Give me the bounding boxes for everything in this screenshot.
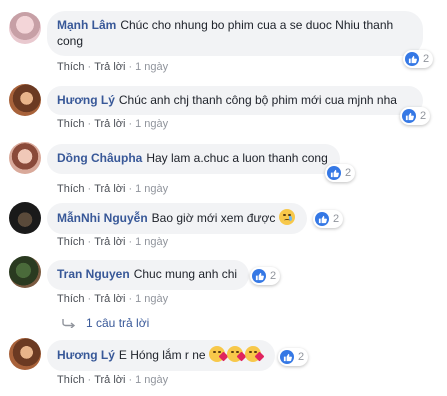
like-link[interactable]: Thích (57, 118, 85, 130)
comment-author[interactable]: Hương Lý (57, 348, 115, 362)
comment-author[interactable]: Mạnh Lâm (57, 18, 116, 32)
reaction-count[interactable]: 2 (400, 107, 431, 125)
like-link[interactable]: Thích (57, 374, 85, 386)
comment-time[interactable]: 1 ngày (135, 183, 168, 195)
comment-actions: Thích · Trả lời · 1 ngày (57, 61, 169, 73)
comment-time[interactable]: 1 ngày (135, 118, 168, 130)
comment-author[interactable]: Hương Lý (57, 93, 115, 107)
comment-text: Bao giờ mới xem được (151, 211, 276, 225)
comment-actions: Thích · Trả lời · 1 ngày (57, 236, 169, 248)
avatar[interactable] (9, 256, 41, 288)
comment-bubble: Hương Lý Chúc anh chj thanh công bộ phim … (47, 86, 423, 115)
comment-actions: Thích · Trả lời · 1 ngày (57, 183, 169, 195)
comment-actions: Thích · Trả lời · 1 ngày (57, 293, 169, 305)
reaction-count[interactable]: 2 (278, 348, 309, 366)
reaction-count[interactable]: 2 (250, 267, 281, 285)
comment-bubble: Tran Nguyen Chuc mung anh chi (47, 260, 250, 290)
like-link[interactable]: Thích (57, 61, 85, 73)
comment-author[interactable]: MẫnNhi Nguyễn (57, 211, 148, 225)
comment-author[interactable]: Dồng Châupha (57, 151, 142, 165)
kiss-emoji-icon (208, 346, 229, 362)
like-icon (327, 166, 341, 180)
comment-text: Chúc anh chj thanh công bộ phim mới cua … (118, 93, 397, 107)
like-icon (405, 52, 419, 66)
comment-text: E Hóng lắm r ne (118, 348, 206, 362)
like-icon (402, 109, 416, 123)
reply-link[interactable]: Trả lời (94, 374, 125, 386)
like-icon (315, 212, 329, 226)
reply-link[interactable]: Trả lời (94, 118, 125, 130)
comment-bubble: Hương Lý E Hóng lắm r ne (47, 340, 275, 371)
avatar[interactable] (9, 202, 41, 234)
comment-time[interactable]: 1 ngày (135, 293, 168, 305)
comment-actions: Thích · Trả lời · 1 ngày (57, 374, 169, 386)
comment-bubble: Dồng Châupha Hay lam a.chuc a luon thanh … (47, 144, 340, 174)
sad-emoji-icon (278, 209, 295, 225)
reply-arrow-icon (62, 319, 76, 328)
comment-text: Chuc mung anh chi (133, 267, 238, 281)
reply-count-label[interactable]: 1 câu trả lời (86, 316, 149, 330)
kiss-emoji-icon (226, 346, 247, 362)
reply-link[interactable]: Trả lời (94, 183, 125, 195)
avatar[interactable] (9, 338, 41, 370)
kiss-emoji-icon (244, 346, 265, 362)
reply-link[interactable]: Trả lời (94, 236, 125, 248)
comment-time[interactable]: 1 ngày (135, 61, 168, 73)
like-icon (280, 350, 294, 364)
comment-bubble: Mạnh Lâm Chúc cho nhung bo phim cua a se … (47, 11, 423, 56)
comment-author[interactable]: Tran Nguyen (57, 267, 130, 281)
comment-bubble: MẫnNhi Nguyễn Bao giờ mới xem được (47, 203, 307, 234)
comment-text: Hay lam a.chuc a luon thanh cong (146, 151, 328, 165)
like-link[interactable]: Thích (57, 183, 85, 195)
comment-actions: Thích · Trả lời · 1 ngày (57, 118, 169, 130)
comment-time[interactable]: 1 ngày (135, 236, 168, 248)
like-link[interactable]: Thích (57, 236, 85, 248)
view-replies-link[interactable]: 1 câu trả lời (62, 316, 149, 330)
reaction-count[interactable]: 2 (325, 164, 356, 182)
reaction-count[interactable]: 2 (403, 50, 434, 68)
reply-link[interactable]: Trả lời (94, 293, 125, 305)
comment-time[interactable]: 1 ngày (135, 374, 168, 386)
like-icon (252, 269, 266, 283)
reply-link[interactable]: Trả lời (94, 61, 125, 73)
avatar[interactable] (9, 84, 41, 116)
avatar[interactable] (9, 12, 41, 44)
avatar[interactable] (9, 142, 41, 174)
like-link[interactable]: Thích (57, 293, 85, 305)
reaction-count[interactable]: 2 (313, 210, 344, 228)
